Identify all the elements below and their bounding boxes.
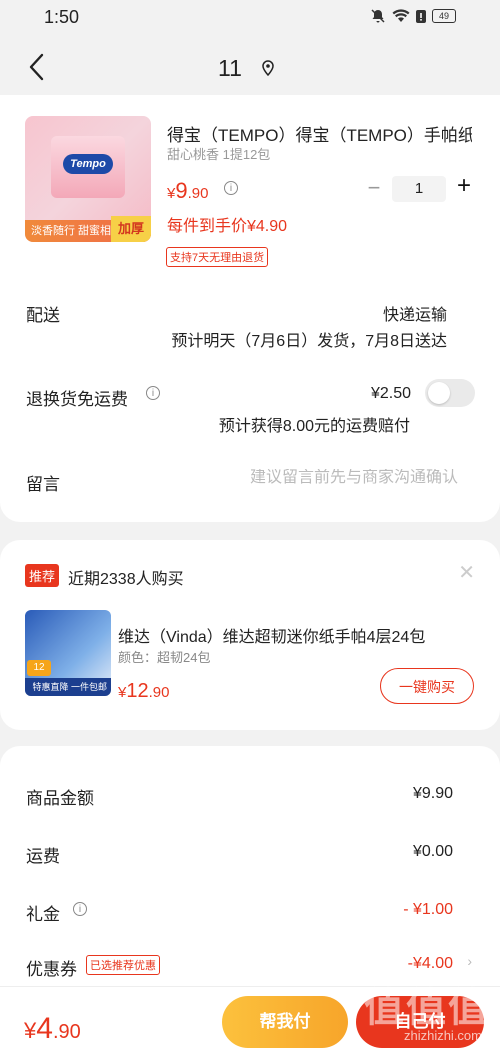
- gift-value: - ¥1.00: [403, 901, 453, 918]
- battery-icon: 49: [432, 9, 456, 23]
- return-policy-tag: 支持7天无理由退货: [166, 247, 269, 267]
- quantity-minus-button[interactable]: −: [365, 175, 383, 201]
- gift-label: 礼金: [26, 905, 60, 924]
- back-button[interactable]: [26, 52, 48, 82]
- insurance-info-icon[interactable]: i: [146, 386, 160, 400]
- close-icon[interactable]: ✕: [458, 560, 475, 585]
- product-image-badge-thick: 加厚: [111, 216, 151, 242]
- insurance-toggle[interactable]: [425, 379, 475, 407]
- status-icons: 49: [370, 8, 456, 24]
- watermark: 值值值: [364, 986, 490, 1030]
- toggle-knob: [428, 382, 450, 404]
- location-icon[interactable]: [262, 60, 274, 76]
- status-time: 1:50: [44, 7, 80, 27]
- quantity-plus-button[interactable]: +: [455, 172, 473, 200]
- recommend-image-footer: 特惠直降 一件包邮: [25, 678, 111, 696]
- insurance-note: 预计获得8.00元的运费赔付: [218, 418, 410, 435]
- price-decimal: .90: [187, 185, 209, 202]
- total-price: ¥4.90: [24, 1012, 81, 1046]
- recommend-image[interactable]: 12 特惠直降 一件包邮: [25, 610, 111, 696]
- gift-info-icon[interactable]: i: [73, 902, 87, 916]
- watermark-url: zhizhizhi.com: [403, 1028, 482, 1043]
- product-image[interactable]: Tempo 淡香随行 甜蜜相伴 加厚: [25, 116, 151, 242]
- mute-icon: [371, 9, 385, 23]
- alert-icon: [416, 10, 426, 23]
- price-integer: 9: [175, 178, 188, 203]
- total-currency: ¥: [24, 1018, 37, 1043]
- recommend-image-badge: 12: [27, 660, 51, 676]
- coupon-label: 优惠券: [26, 960, 77, 979]
- shipping-label: 配送: [26, 306, 60, 325]
- coupon-value[interactable]: -¥4.00: [408, 955, 453, 973]
- recommend-tag: 推荐: [25, 564, 60, 587]
- message-input[interactable]: [178, 469, 458, 487]
- status-bar: 1:50 49: [0, 0, 500, 34]
- insurance-label: 退换货免运费: [26, 390, 128, 409]
- recommend-price: ¥12.90: [118, 680, 169, 703]
- help-pay-button[interactable]: 帮我付: [222, 996, 348, 1048]
- message-label: 留言: [26, 475, 60, 494]
- quantity-value[interactable]: 1: [392, 176, 446, 202]
- chevron-right-icon[interactable]: ›: [467, 953, 472, 969]
- product-price: ¥9.90: [167, 178, 208, 204]
- wifi-icon: [392, 9, 410, 22]
- recommend-price-decimal: .90: [148, 684, 170, 701]
- recommend-item-name[interactable]: 维达（Vinda）维达超韧迷你纸手帕4层24包: [118, 623, 468, 647]
- goods-amount-value: ¥9.90: [412, 785, 453, 802]
- freight-value: ¥0.00: [412, 843, 453, 860]
- total-integer: 4: [36, 1012, 53, 1045]
- shipping-eta: 预计明天（7月6日）发货，7月8日送达: [171, 333, 447, 350]
- chevron-left-icon: [29, 53, 44, 81]
- unit-price: 每件到手价¥4.90: [167, 218, 288, 235]
- recommend-item-spec: 颜色：超韧24包: [118, 650, 211, 665]
- shipping-method: 快递运输: [382, 307, 447, 324]
- recommend-title: 近期2338人购买: [68, 571, 184, 588]
- total-decimal: .90: [52, 1021, 81, 1043]
- insurance-price: ¥2.50: [370, 385, 411, 402]
- product-spec[interactable]: 甜心桃香 1提12包: [167, 144, 270, 163]
- freight-label: 运费: [26, 847, 60, 866]
- coupon-tag: 已选推荐优惠: [86, 955, 160, 975]
- recommend-price-integer: 12: [126, 680, 149, 702]
- one-click-buy-button[interactable]: 一键购买: [380, 668, 474, 704]
- product-title: 得宝（TEMPO）得宝（TEMPO）手帕纸: [167, 126, 472, 145]
- page-title: 11: [218, 55, 242, 81]
- product-brand-logo: Tempo: [63, 154, 113, 174]
- goods-amount-label: 商品金额: [26, 789, 94, 808]
- price-info-icon[interactable]: i: [224, 181, 238, 195]
